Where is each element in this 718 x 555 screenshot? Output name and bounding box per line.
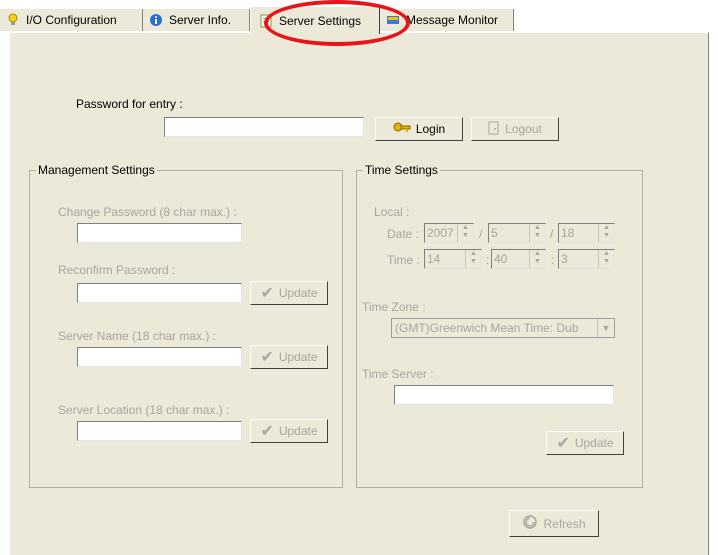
year-value: 2007: [427, 226, 454, 240]
hour-value: 14: [427, 252, 441, 266]
update-label: Update: [278, 424, 318, 438]
year-spinner[interactable]: 2007 ▲ ▼: [424, 223, 474, 243]
update-label: Update: [574, 436, 614, 450]
date-separator: /: [479, 227, 483, 241]
local-label: Local :: [374, 205, 410, 219]
settings-page-icon: [259, 14, 273, 28]
day-value: 18: [561, 226, 575, 240]
tab-io-configuration[interactable]: I/O Configuration: [0, 9, 143, 31]
second-value: 3: [561, 252, 568, 266]
checkmark-icon: ✔: [260, 285, 274, 302]
logout-button[interactable]: Logout: [471, 117, 559, 141]
minute-value: 40: [494, 252, 508, 266]
tab-label: I/O Configuration: [26, 13, 117, 27]
server-location-label: Server Location (18 char max.) :: [58, 403, 230, 417]
server-name-field[interactable]: [77, 347, 242, 367]
refresh-label: Refresh: [543, 516, 586, 531]
time-separator: :: [486, 253, 490, 267]
server-location-update-button[interactable]: ✔ Update: [250, 419, 328, 443]
time-label: Time :: [387, 253, 420, 267]
logout-label: Logout: [505, 122, 542, 136]
reconfirm-password-label: Reconfirm Password :: [58, 263, 176, 277]
login-button[interactable]: Login: [375, 117, 463, 141]
reconfirm-update-button[interactable]: ✔ Update: [250, 281, 328, 305]
password-entry-label: Password for entry :: [76, 97, 183, 111]
server-settings-panel: Password for entry : Login Logout Manage…: [9, 32, 709, 555]
time-server-label: Time Server :: [362, 367, 434, 381]
update-label: Update: [278, 350, 318, 364]
chevron-down-icon[interactable]: ▼: [597, 319, 614, 337]
refresh-button[interactable]: Refresh: [509, 510, 599, 537]
tab-message-monitor[interactable]: Message Monitor: [380, 9, 514, 31]
info-icon: [149, 13, 163, 27]
time-update-button[interactable]: ✔ Update: [546, 431, 624, 455]
time-separator: :: [551, 253, 555, 267]
day-spinner[interactable]: 18 ▲ ▼: [558, 223, 615, 243]
server-location-field[interactable]: [77, 421, 242, 441]
change-password-label: Change Password (8 char max.) :: [58, 205, 237, 219]
change-password-field[interactable]: [77, 223, 242, 243]
spin-arrows-icon[interactable]: ▲ ▼: [598, 224, 614, 242]
date-separator: /: [550, 227, 554, 241]
spin-arrows-icon[interactable]: ▲ ▼: [457, 224, 473, 242]
spin-arrows-icon[interactable]: ▲ ▼: [529, 250, 545, 268]
time-server-field[interactable]: [394, 385, 614, 405]
password-entry-field[interactable]: [164, 117, 364, 137]
management-settings-group: Management Settings Change Password (8 c…: [29, 163, 343, 488]
lightbulb-icon: [6, 13, 20, 27]
spin-arrows-icon[interactable]: ▲ ▼: [465, 250, 481, 268]
second-spinner[interactable]: 3 ▲ ▼: [558, 249, 615, 269]
message-monitor-icon: [386, 13, 400, 27]
server-name-update-button[interactable]: ✔ Update: [250, 345, 328, 369]
tab-label: Server Info.: [169, 13, 232, 27]
timezone-label: Time Zone :: [362, 300, 426, 314]
login-label: Login: [415, 122, 446, 136]
tab-label: Server Settings: [279, 13, 362, 28]
month-value: 5: [491, 226, 498, 240]
spin-arrows-icon[interactable]: ▲ ▼: [529, 224, 545, 242]
month-spinner[interactable]: 5 ▲ ▼: [488, 223, 546, 243]
spin-arrows-icon[interactable]: ▲ ▼: [598, 250, 614, 268]
minute-spinner[interactable]: 40 ▲ ▼: [491, 249, 546, 269]
server-name-label: Server Name (18 char max.) :: [58, 329, 217, 343]
update-label: Update: [278, 286, 318, 300]
time-settings-group: Time Settings Local : Date : 2007 ▲ ▼ / 5…: [356, 163, 643, 488]
timezone-select[interactable]: (GMT)Greenwich Mean Time: Dub ▼: [391, 318, 615, 338]
checkmark-icon: ✔: [260, 349, 274, 366]
management-settings-title: Management Settings: [36, 163, 157, 177]
key-icon: [393, 121, 411, 138]
tab-server-info[interactable]: Server Info.: [143, 9, 250, 31]
refresh-icon: [522, 514, 538, 533]
tab-server-settings[interactable]: Server Settings: [250, 6, 380, 34]
checkmark-icon: ✔: [556, 435, 570, 452]
tab-label: Message Monitor: [406, 13, 499, 27]
tab-bar: I/O Configuration Server Info. Server Se…: [0, 0, 718, 46]
door-icon: [488, 121, 500, 138]
date-label: Date :: [387, 227, 420, 241]
hour-spinner[interactable]: 14 ▲ ▼: [424, 249, 482, 269]
checkmark-icon: ✔: [260, 423, 274, 440]
reconfirm-password-field[interactable]: [77, 283, 242, 303]
timezone-value: (GMT)Greenwich Mean Time: Dub: [395, 321, 579, 335]
time-settings-title: Time Settings: [363, 163, 440, 177]
